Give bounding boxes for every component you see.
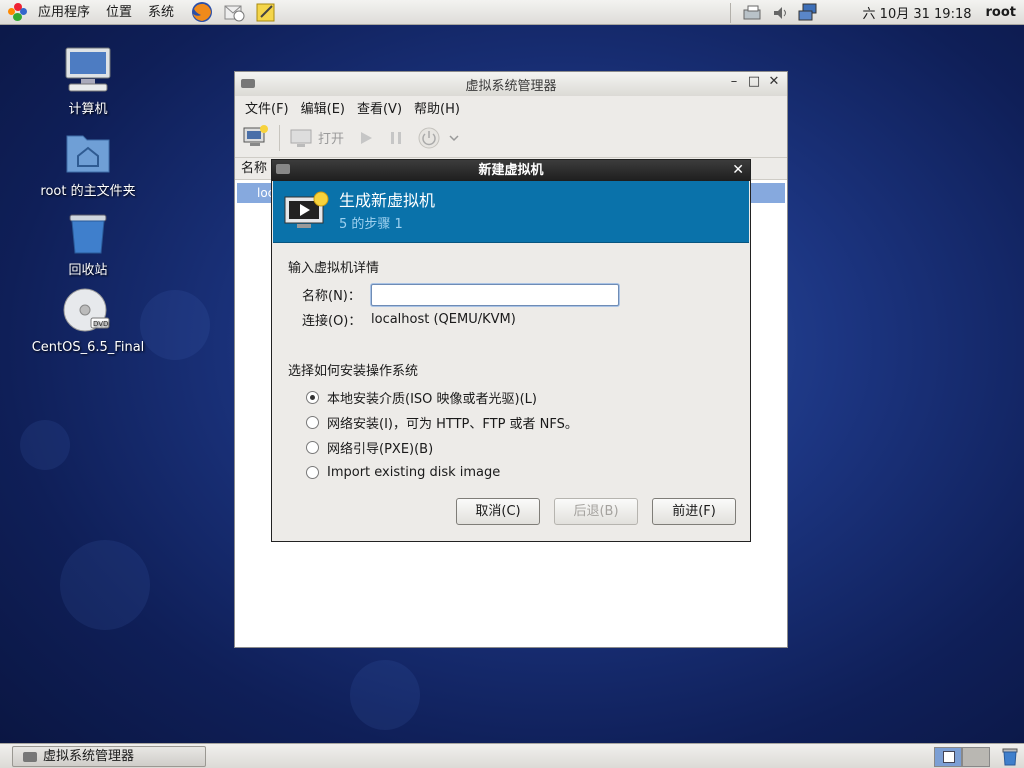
power-icon[interactable] [418,127,440,149]
connection-label: 连接(O)： [302,314,362,329]
vm-window-icon [23,752,37,762]
dialog-buttons: 取消(C) 后退(B) 前进(F) [442,498,736,525]
option-import-disk[interactable]: Import existing disk image [306,460,734,485]
firefox-icon[interactable] [190,0,214,24]
dialog-banner: 生成新虚拟机 5 的步骤 1 [273,181,749,243]
open-button[interactable]: 打开 [290,128,344,148]
run-icon[interactable] [358,130,374,146]
desktop-icon-dvd[interactable]: DVD CentOS_6.5_Final [23,288,153,355]
connection-row: 连接(O)： localhost (QEMU/KVM) [302,307,734,332]
new-vm-icon [283,189,331,237]
monitor-icon [290,129,312,147]
vmm-toolbar: 打开 [235,118,787,158]
maximize-icon[interactable]: □ [745,74,763,89]
user-name[interactable]: root [986,5,1024,20]
option-label: Import existing disk image [327,465,501,480]
back-button[interactable]: 后退(B) [554,498,638,525]
option-network-install[interactable]: 网络安装(I)，可为 HTTP、FTP 或者 NFS。 [306,410,734,435]
dialog-heading: 生成新虚拟机 [339,191,436,210]
option-label: 网络安装(I)，可为 HTTP、FTP 或者 NFS。 [327,417,578,432]
desktop-icon-home[interactable]: root 的主文件夹 [23,128,153,199]
close-icon[interactable]: ✕ [732,160,744,181]
workspace-1[interactable] [934,747,962,767]
vm-name-input[interactable] [371,283,619,306]
dialog-titlebar[interactable]: 新建虚拟机 ✕ [272,160,750,181]
close-icon[interactable]: ✕ [765,74,783,89]
taskbar-label: 虚拟系统管理器 [43,749,135,764]
menu-help[interactable]: 帮助(H) [408,98,466,117]
panel-right: 六 10月 31 19:18 root [729,0,1024,25]
svg-text:DVD: DVD [93,320,108,328]
name-label: 名称(N)： [302,289,361,304]
menu-file[interactable]: 文件(F) [239,98,295,117]
menu-edit[interactable]: 编辑(E) [295,98,351,117]
step-indicator: 5 的步骤 1 [339,217,403,232]
radio-unselected[interactable] [306,416,319,429]
radio-unselected[interactable] [306,441,319,454]
desktop-icon-computer[interactable]: 计算机 [23,46,153,117]
window-title: 虚拟系统管理器 [465,78,557,94]
option-pxe-boot[interactable]: 网络引导(PXE)(B) [306,435,734,460]
dialog-menu-icon[interactable] [276,164,290,174]
clock[interactable]: 六 10月 31 19:18 [823,3,986,22]
new-vm-dialog: 新建虚拟机 ✕ 生成新虚拟机 5 的步骤 1 输入虚拟机详情 名称(N)： 连接… [271,159,751,542]
option-label: 本地安装介质(ISO 映像或者光驱)(L) [327,392,537,407]
network-icon[interactable] [798,3,820,23]
desktop-icon-label: CentOS_6.5_Final [31,340,145,355]
home-folder-icon [63,128,113,176]
new-vm-icon[interactable] [243,124,269,152]
pause-icon[interactable] [388,130,404,146]
menu-applications[interactable]: 应用程序 [30,0,98,25]
cancel-button[interactable]: 取消(C) [456,498,540,525]
computer-icon [63,46,113,94]
desktop-icon-label: 计算机 [68,102,108,117]
trash-icon [63,207,113,255]
taskbar-item-virt-manager[interactable]: 虚拟系统管理器 [12,746,206,767]
forward-button[interactable]: 前进(F) [652,498,736,525]
name-row: 名称(N)： [302,282,734,307]
option-local-media[interactable]: 本地安装介质(ISO 映像或者光驱)(L) [306,385,734,410]
connection-value: localhost (QEMU/KVM) [371,312,516,327]
top-panel: 应用程序 位置 系统 六 10月 31 19:18 root [0,0,1024,25]
radio-selected[interactable] [306,391,319,404]
option-label: 网络引导(PXE)(B) [327,442,434,457]
network-printer-icon[interactable] [742,3,764,23]
workspace-2[interactable] [962,747,990,767]
volume-icon[interactable] [770,3,792,23]
vmm-menubar: 文件(F) 编辑(E) 查看(V) 帮助(H) [235,96,787,118]
window-titlebar[interactable]: 虚拟系统管理器 – □ ✕ [235,72,787,96]
desktop-icon-trash[interactable]: 回收站 [23,207,153,278]
bottom-panel: 虚拟系统管理器 [0,743,1024,768]
menu-places[interactable]: 位置 [98,0,140,25]
chevron-down-icon[interactable] [448,133,460,143]
dialog-body: 输入虚拟机详情 名称(N)： 连接(O)： localhost (QEMU/KV… [272,243,750,541]
menu-system[interactable]: 系统 [140,0,182,25]
dialog-title: 新建虚拟机 [478,163,544,178]
trash-applet-icon[interactable] [1000,746,1020,768]
mail-icon[interactable] [222,0,246,24]
section-vm-details: 输入虚拟机详情 [288,261,380,276]
section-install-method: 选择如何安装操作系统 [288,364,419,379]
notes-icon[interactable] [254,0,278,24]
gnome-foot-icon[interactable] [8,2,28,22]
radio-unselected[interactable] [306,466,319,479]
desktop-icon-label: 回收站 [68,263,108,278]
desktop-icon-label: root 的主文件夹 [40,184,136,199]
minimize-icon[interactable]: – [725,74,743,89]
dvd-icon: DVD [63,288,113,336]
menu-view[interactable]: 查看(V) [351,98,408,117]
